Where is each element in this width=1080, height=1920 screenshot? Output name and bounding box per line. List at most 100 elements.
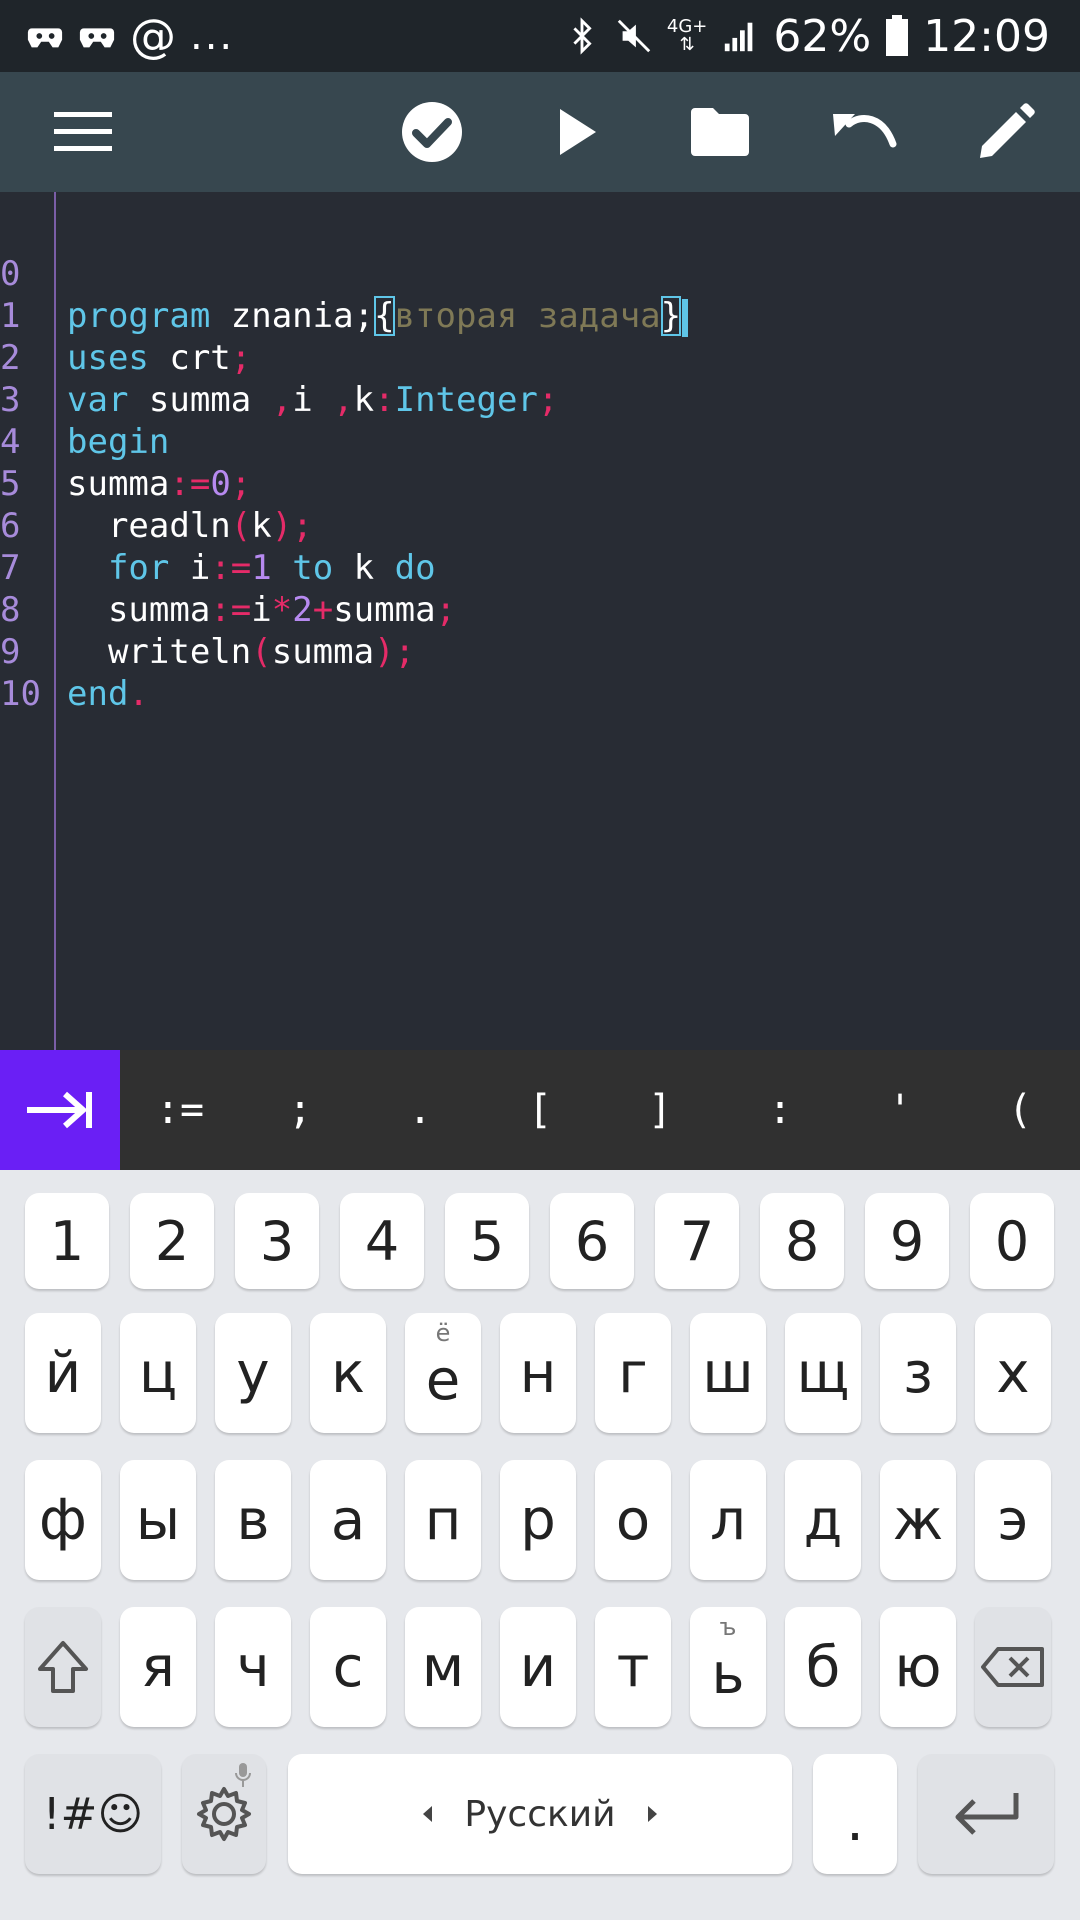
- run-button[interactable]: [532, 86, 624, 178]
- key-letter[interactable]: у: [215, 1313, 291, 1433]
- keyboard-language: Русский: [464, 1793, 616, 1835]
- key-letter[interactable]: х: [975, 1313, 1051, 1433]
- symbols-key[interactable]: !#☺: [25, 1754, 161, 1874]
- key-letter[interactable]: я: [120, 1607, 196, 1727]
- microphone-icon: [235, 1763, 251, 1787]
- operator: (: [230, 506, 252, 546]
- key-letter[interactable]: ч: [215, 1607, 291, 1727]
- key-letter[interactable]: л: [690, 1460, 766, 1580]
- undo-button[interactable]: [818, 86, 910, 178]
- code-line[interactable]: 5 readln(k);: [0, 421, 313, 546]
- key-letter-soft-sign[interactable]: ъ ь: [690, 1607, 766, 1727]
- shift-icon: [38, 1641, 88, 1693]
- comment: вторая задача: [394, 296, 661, 336]
- key-6[interactable]: 6: [550, 1193, 634, 1289]
- shift-key[interactable]: [25, 1607, 101, 1727]
- code-line[interactable]: 3 begin: [0, 337, 169, 462]
- key-letter[interactable]: щ: [785, 1313, 861, 1433]
- settings-key[interactable]: [182, 1754, 266, 1874]
- identifier: crt: [148, 338, 231, 378]
- symbol-period[interactable]: .: [370, 1050, 470, 1170]
- key-8[interactable]: 8: [760, 1193, 844, 1289]
- key-hint: ё: [435, 1319, 451, 1347]
- mute-icon: [617, 19, 651, 53]
- symbol-semicolon[interactable]: ;: [250, 1050, 350, 1170]
- identifier: i: [169, 548, 211, 588]
- identifier: summa: [128, 380, 272, 420]
- key-letter[interactable]: п: [405, 1460, 481, 1580]
- symbol-close-bracket[interactable]: ]: [610, 1050, 710, 1170]
- edit-button[interactable]: [960, 86, 1052, 178]
- operator: ;: [537, 380, 559, 420]
- operator: +: [312, 590, 334, 630]
- symbol-open-bracket[interactable]: [: [490, 1050, 590, 1170]
- key-letter[interactable]: о: [595, 1460, 671, 1580]
- code-line[interactable]: 4 summa:=0;: [0, 379, 251, 504]
- key-7[interactable]: 7: [655, 1193, 739, 1289]
- key-letter-e[interactable]: ё е: [405, 1313, 481, 1433]
- key-letter[interactable]: э: [975, 1460, 1051, 1580]
- key-letter[interactable]: ц: [120, 1313, 196, 1433]
- key-0[interactable]: 0: [970, 1193, 1054, 1289]
- symbol-assign[interactable]: :=: [130, 1050, 230, 1170]
- key-letter[interactable]: ш: [690, 1313, 766, 1433]
- tab-key[interactable]: [0, 1050, 120, 1170]
- identifier: i: [251, 590, 272, 630]
- key-9[interactable]: 9: [865, 1193, 949, 1289]
- number-literal: 1: [251, 548, 272, 588]
- signal-icon: [725, 22, 753, 52]
- key-letter[interactable]: р: [500, 1460, 576, 1580]
- key-letter[interactable]: ф: [25, 1460, 101, 1580]
- symbol-open-paren[interactable]: (: [970, 1050, 1070, 1170]
- code-line[interactable]: 10: [0, 631, 82, 714]
- key-3[interactable]: 3: [235, 1193, 319, 1289]
- key-2[interactable]: 2: [130, 1193, 214, 1289]
- key-5[interactable]: 5: [445, 1193, 529, 1289]
- menu-button[interactable]: [38, 86, 130, 178]
- space-key[interactable]: Русский: [288, 1754, 792, 1874]
- key-letter[interactable]: б: [785, 1607, 861, 1727]
- key-letter[interactable]: д: [785, 1460, 861, 1580]
- code-line[interactable]: 0 program znania;{вторая задача}: [0, 211, 689, 337]
- network-indicator: 4G+ ⇅: [667, 18, 707, 54]
- key-4[interactable]: 4: [340, 1193, 424, 1289]
- key-letter[interactable]: н: [500, 1313, 576, 1433]
- code-line[interactable]: 9 end.: [0, 589, 149, 714]
- identifier: readln: [67, 506, 231, 546]
- period-key[interactable]: .: [813, 1754, 897, 1874]
- play-icon: [560, 109, 596, 155]
- key-letter[interactable]: г: [595, 1313, 671, 1433]
- code-line[interactable]: 2 var summa ,i ,k:Integer;: [0, 295, 558, 420]
- key-letter[interactable]: з: [880, 1313, 956, 1433]
- identifier: k: [251, 506, 272, 546]
- key-letter[interactable]: ы: [120, 1460, 196, 1580]
- key-letter[interactable]: к: [310, 1313, 386, 1433]
- operator: ;: [230, 464, 252, 504]
- gear-icon: [197, 1787, 251, 1841]
- keyword: for: [67, 548, 170, 588]
- key-letter[interactable]: ж: [880, 1460, 956, 1580]
- compile-button[interactable]: [386, 86, 478, 178]
- key-letter[interactable]: м: [405, 1607, 481, 1727]
- backspace-key[interactable]: [975, 1607, 1051, 1727]
- code-line[interactable]: 1 uses crt;: [0, 253, 251, 378]
- key-letter[interactable]: ю: [880, 1607, 956, 1727]
- keyword: Integer: [394, 380, 538, 420]
- key-letter[interactable]: й: [25, 1313, 101, 1433]
- key-letter[interactable]: в: [215, 1460, 291, 1580]
- key-letter[interactable]: а: [310, 1460, 386, 1580]
- code-line[interactable]: 6 for i:=1 to k do: [0, 463, 436, 588]
- key-letter[interactable]: и: [500, 1607, 576, 1727]
- code-line[interactable]: 7 summa:=i*2+summa;: [0, 505, 456, 630]
- open-file-button[interactable]: [674, 86, 766, 178]
- key-letter[interactable]: с: [310, 1607, 386, 1727]
- code-line[interactable]: 8 writeln(summa);: [0, 547, 415, 672]
- menu-icon: [54, 112, 112, 151]
- key-letter[interactable]: т: [595, 1607, 671, 1727]
- key-1[interactable]: 1: [25, 1193, 109, 1289]
- symbol-colon[interactable]: :: [730, 1050, 830, 1170]
- enter-key[interactable]: [918, 1754, 1054, 1874]
- code-editor[interactable]: 0 program znania;{вторая задача} 1 uses …: [0, 192, 1080, 1050]
- symbol-quote[interactable]: ': [850, 1050, 950, 1170]
- operator: :: [374, 380, 395, 420]
